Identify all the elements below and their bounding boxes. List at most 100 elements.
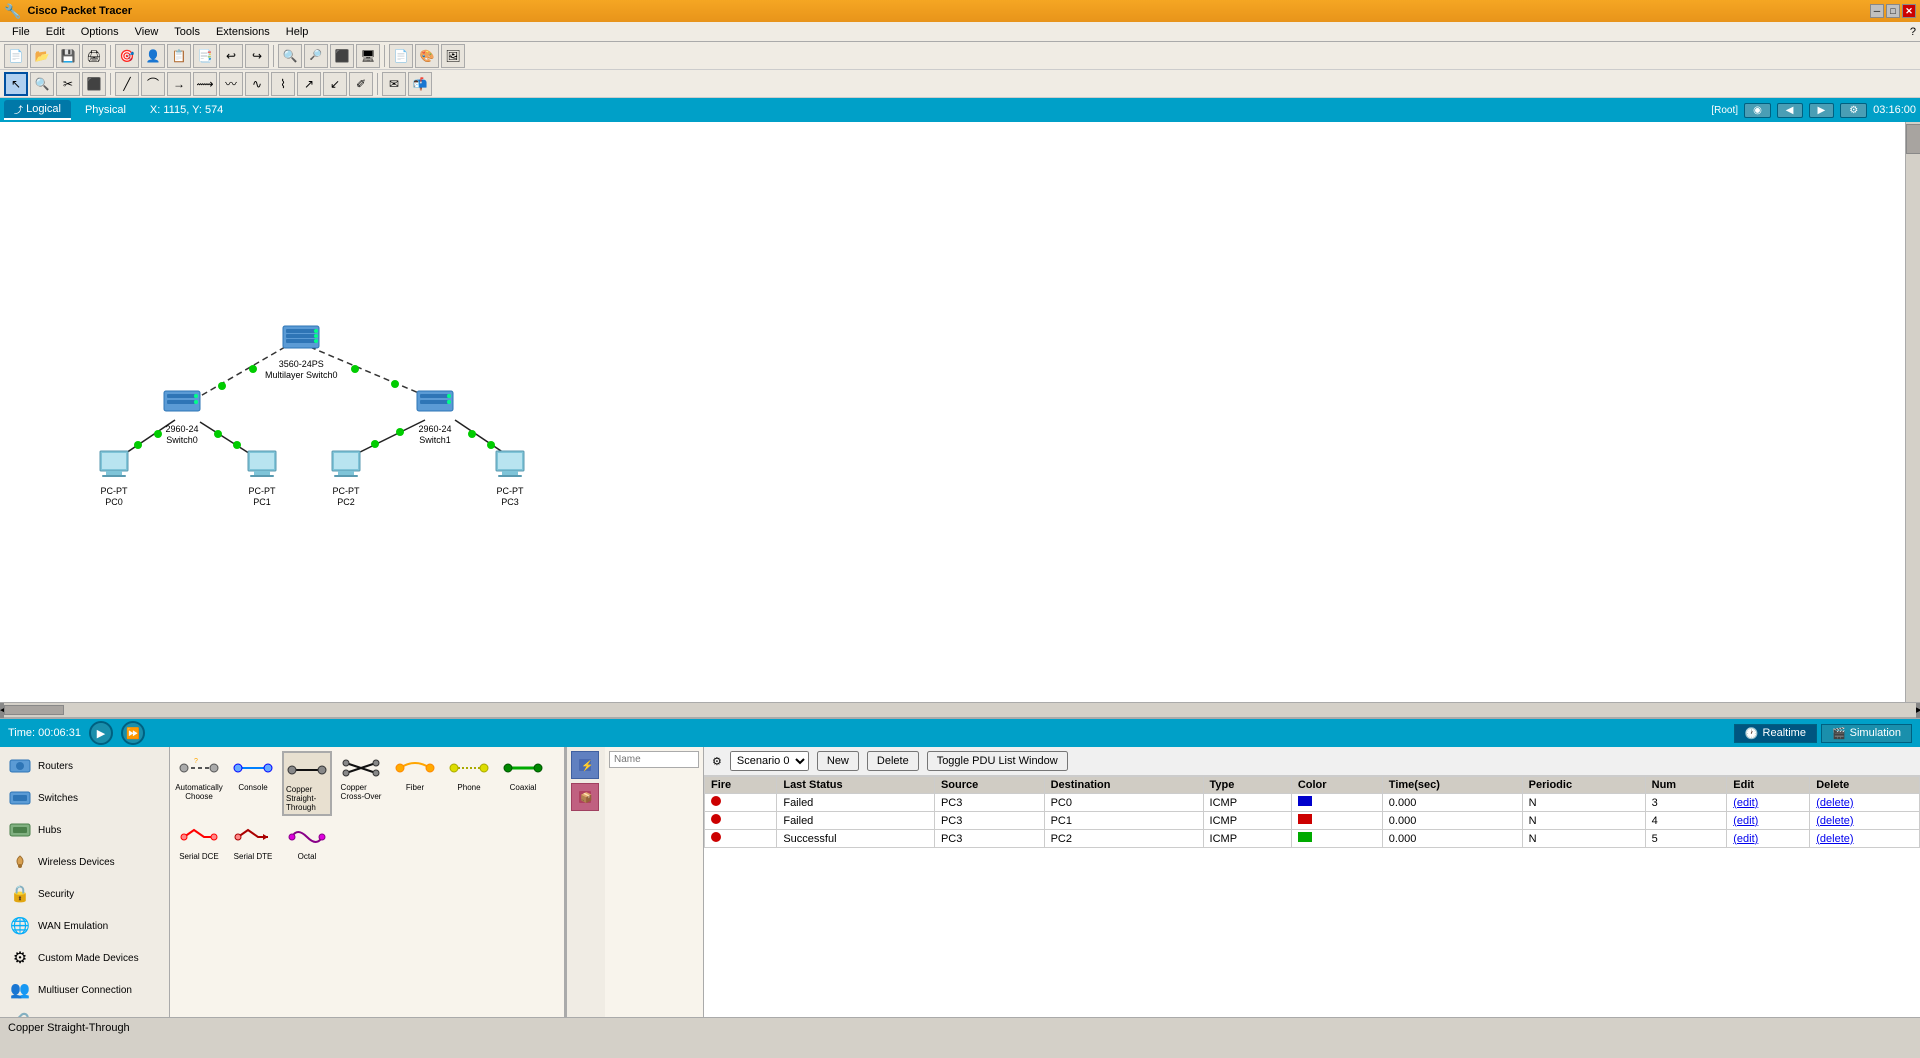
- simple-pdu-btn[interactable]: ✉: [382, 72, 406, 96]
- draw-tool7[interactable]: ⌇: [271, 72, 295, 96]
- draw-tool9[interactable]: ↙: [323, 72, 347, 96]
- config-btn[interactable]: ⚙: [1840, 103, 1867, 118]
- draw-line[interactable]: ╱: [115, 72, 139, 96]
- undo-btn[interactable]: ↩: [219, 44, 243, 68]
- add-device-btn[interactable]: ⚡: [571, 751, 599, 779]
- edit-link-1[interactable]: (edit): [1733, 797, 1758, 809]
- new-btn[interactable]: 📄: [4, 44, 28, 68]
- network-info-btn[interactable]: 📄: [389, 44, 413, 68]
- delete-link-3[interactable]: (delete): [1816, 833, 1853, 845]
- print-btn[interactable]: 🖨: [82, 44, 106, 68]
- media-btn[interactable]: 🖼: [441, 44, 465, 68]
- simulation-btn[interactable]: 🎬 Simulation: [1821, 724, 1912, 743]
- draw-arrow[interactable]: →: [167, 72, 191, 96]
- edit-link-3[interactable]: (edit): [1733, 833, 1758, 845]
- hscroll-right-arrow[interactable]: ▸: [1916, 703, 1920, 718]
- node-pc1[interactable]: PC-PTPC1: [242, 444, 282, 508]
- cat-wireless[interactable]: Wireless Devices: [4, 847, 165, 877]
- delete-link-2[interactable]: (delete): [1816, 815, 1853, 827]
- fast-forward-btn[interactable]: ⏩: [121, 721, 145, 745]
- node-multilayer-switch[interactable]: 3560-24PSMultilayer Switch0: [265, 317, 338, 381]
- node-switch0[interactable]: 2960-24Switch0: [162, 382, 202, 446]
- canvas[interactable]: 3560-24PSMultilayer Switch0 2960-24Switc…: [0, 122, 1920, 702]
- delete-link-1[interactable]: (delete): [1816, 797, 1853, 809]
- node-switch1[interactable]: 2960-24Switch1: [415, 382, 455, 446]
- packet-name-input[interactable]: [609, 751, 699, 768]
- tab-logical[interactable]: ⤴ Logical: [4, 100, 71, 120]
- device-copper-straight[interactable]: CopperStraight-Through: [282, 751, 332, 816]
- device-phone[interactable]: Phone: [444, 751, 494, 816]
- cat-multiuser[interactable]: 👥 Multiuser Connection: [4, 975, 165, 1005]
- draw-tool8[interactable]: ↗: [297, 72, 321, 96]
- device-console-cable[interactable]: Console: [228, 751, 278, 816]
- draw-wave[interactable]: ∿: [245, 72, 269, 96]
- vertical-scrollbar[interactable]: [1905, 122, 1920, 702]
- edit-link-2[interactable]: (edit): [1733, 815, 1758, 827]
- zoom-reset-btn[interactable]: ⬛: [330, 44, 354, 68]
- cat-hubs[interactable]: Hubs: [4, 815, 165, 845]
- menu-options[interactable]: Options: [73, 22, 127, 42]
- open-btn[interactable]: 📂: [30, 44, 54, 68]
- menu-view[interactable]: View: [127, 22, 167, 42]
- back-btn[interactable]: ◀: [1777, 103, 1803, 118]
- node-pc0[interactable]: PC-PTPC0: [94, 444, 134, 508]
- menu-file[interactable]: File: [4, 22, 38, 42]
- misc-btn[interactable]: 📦: [571, 783, 599, 811]
- root-btn[interactable]: ◉: [1744, 103, 1771, 118]
- node-pc2[interactable]: PC-PTPC2: [326, 444, 366, 508]
- vscroll-thumb[interactable]: [1906, 124, 1920, 154]
- menu-tools[interactable]: Tools: [166, 22, 208, 42]
- select-tool[interactable]: ↖: [4, 72, 28, 96]
- cat-wan[interactable]: 🌐 WAN Emulation: [4, 911, 165, 941]
- activity-wizard-btn[interactable]: 🎯: [115, 44, 139, 68]
- scenario-select[interactable]: Scenario 0: [730, 751, 809, 771]
- close-button[interactable]: ✕: [1902, 4, 1916, 18]
- device-serial-dte[interactable]: Serial DTE: [228, 820, 278, 863]
- device-octal[interactable]: Octal: [282, 820, 332, 863]
- device-coaxial[interactable]: Coaxial: [498, 751, 548, 816]
- zoom-out-btn[interactable]: 🔎: [304, 44, 328, 68]
- draw-freeform[interactable]: 〰: [219, 72, 243, 96]
- save-btn[interactable]: 💾: [56, 44, 80, 68]
- paste-btn[interactable]: 📑: [193, 44, 217, 68]
- minimize-button[interactable]: ─: [1870, 4, 1884, 18]
- toggle-pdu-btn[interactable]: Toggle PDU List Window: [927, 751, 1068, 771]
- forward-btn[interactable]: ▶: [1809, 103, 1835, 118]
- device-serial-dce[interactable]: Serial DCE: [174, 820, 224, 863]
- copy-btn[interactable]: 📋: [167, 44, 191, 68]
- inspect-tool[interactable]: 🔍: [30, 72, 54, 96]
- node-pc3[interactable]: PC-PTPC3: [490, 444, 530, 508]
- set-username-btn[interactable]: 👤: [141, 44, 165, 68]
- custom-viewport-btn[interactable]: 🖥: [356, 44, 380, 68]
- complex-pdu-btn[interactable]: 📬: [408, 72, 432, 96]
- menu-edit[interactable]: Edit: [38, 22, 73, 42]
- draw-curve[interactable]: ⌒: [141, 72, 165, 96]
- device-copper-crossover[interactable]: CopperCross-Over: [336, 751, 386, 816]
- device-fiber[interactable]: Fiber: [390, 751, 440, 816]
- redo-btn[interactable]: ↪: [245, 44, 269, 68]
- menu-help[interactable]: Help: [278, 22, 317, 42]
- hscroll-thumb[interactable]: [4, 705, 64, 715]
- zoom-in-btn[interactable]: 🔍: [278, 44, 302, 68]
- menu-extensions[interactable]: Extensions: [208, 22, 278, 42]
- new-scenario-btn[interactable]: New: [817, 751, 859, 771]
- hscroll-track[interactable]: [4, 705, 1916, 715]
- cat-security[interactable]: 🔒 Security: [4, 879, 165, 909]
- scenario-gear-icon: ⚙: [712, 755, 722, 768]
- draw-zigzag[interactable]: ⟿: [193, 72, 217, 96]
- play-btn[interactable]: ▶: [89, 721, 113, 745]
- help-icon[interactable]: ?: [1910, 26, 1916, 38]
- draw-tool10[interactable]: ✐: [349, 72, 373, 96]
- delete-scenario-btn[interactable]: Delete: [867, 751, 919, 771]
- device-auto-cable[interactable]: ? AutomaticallyChoose: [174, 751, 224, 816]
- tab-physical[interactable]: Physical: [75, 100, 136, 120]
- delete-tool[interactable]: ✂: [56, 72, 80, 96]
- cat-routers[interactable]: Routers: [4, 751, 165, 781]
- palette-btn[interactable]: 🎨: [415, 44, 439, 68]
- maximize-button[interactable]: □: [1886, 4, 1900, 18]
- cat-switches[interactable]: Switches: [4, 783, 165, 813]
- cat-connections[interactable]: 🔗 Connections: [4, 1007, 165, 1017]
- cat-custom[interactable]: ⚙ Custom Made Devices: [4, 943, 165, 973]
- realtime-btn[interactable]: 🕐 Realtime: [1734, 724, 1817, 743]
- resize-tool[interactable]: ⬛: [82, 72, 106, 96]
